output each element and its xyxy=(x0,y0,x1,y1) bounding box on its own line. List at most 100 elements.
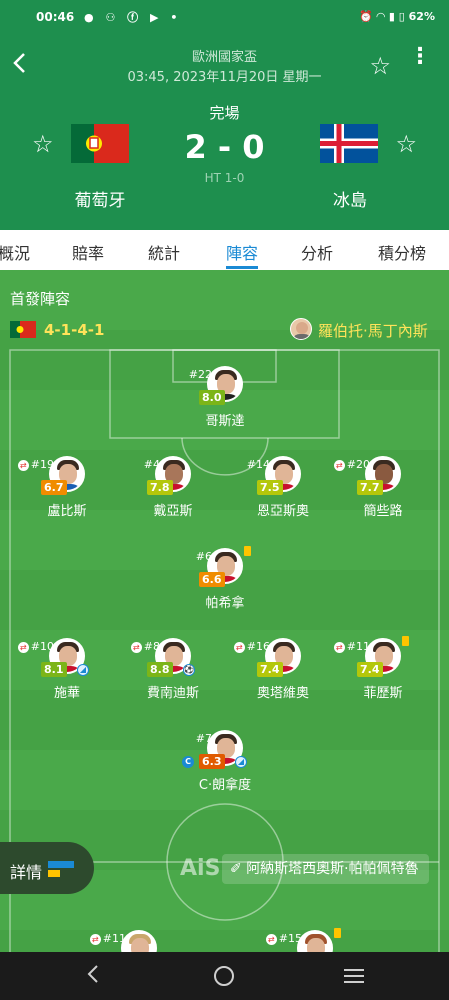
player-rating: 7.5 xyxy=(257,480,283,495)
player-number: ⇄ #19 xyxy=(17,458,54,471)
network-icon: ⚇ xyxy=(105,11,120,24)
player-midfielder-1[interactable]: ⇄ #10 8.1 ◢ 施華 xyxy=(17,638,112,718)
player-number: ⇄ #8 xyxy=(130,640,160,653)
referee-info[interactable]: ✐ 阿納斯塔西奧斯·帕帕佩特魯 xyxy=(222,854,429,884)
chat-bubble-icon: ● xyxy=(84,11,98,24)
player-name: 哥斯達 xyxy=(205,414,245,429)
tab-standings[interactable]: 積分榜 xyxy=(378,240,426,264)
iceland-flag[interactable] xyxy=(320,124,378,163)
match-status: 完場 xyxy=(209,104,240,122)
match-score: 2 - 0 xyxy=(184,128,265,166)
assist-shoe-icon: ◢ xyxy=(77,664,89,676)
player-rating: 8.1 xyxy=(41,662,67,677)
more-options-icon[interactable]: ⋮ xyxy=(409,46,431,68)
player-defender-4[interactable]: ⇄ #20 7.7 簡些路 xyxy=(333,456,428,536)
away-team-name[interactable]: 冰島 xyxy=(310,186,390,211)
substitution-icon: ⇄ xyxy=(130,641,142,653)
player-defender-3[interactable]: #14 7.5 恩亞斯奧 xyxy=(238,456,328,536)
player-number: ⇄ #11 xyxy=(89,932,126,945)
tab-lineup[interactable]: 陣容 xyxy=(226,240,258,264)
substitution-icon: ⇄ xyxy=(333,641,345,653)
details-button[interactable]: 詳情 xyxy=(0,842,94,894)
tab-stats[interactable]: 統計 xyxy=(148,240,180,264)
alarm-icon: ⏰ xyxy=(358,10,373,23)
player-avatar xyxy=(297,930,333,952)
player-number: ⇄ #10 xyxy=(17,640,54,653)
player-number: #14 xyxy=(246,458,270,471)
nav-back-icon[interactable] xyxy=(86,962,100,992)
tab-analysis[interactable]: 分析 xyxy=(301,240,333,264)
player-defender-1[interactable]: ⇄ #19 6.7 盧比斯 xyxy=(17,456,112,536)
details-icon xyxy=(48,861,74,877)
player-number: #6 xyxy=(195,550,212,563)
formation: 4-1-4-1 xyxy=(44,321,105,339)
system-nav-bar xyxy=(0,952,449,1000)
player-defensive-midfielder[interactable]: #6 6.6 帕希拿 xyxy=(180,546,270,628)
youtube-icon: ▶ xyxy=(150,11,163,24)
yellow-card-icon xyxy=(334,928,341,938)
player-number: #7 xyxy=(195,732,212,745)
player-rating: 8.8 xyxy=(147,662,173,677)
player-rating: 6.6 xyxy=(199,572,225,587)
player-number: #4 xyxy=(143,458,160,471)
player-midfielder-2[interactable]: ⇄ #8 8.8 ⚽ 費南迪斯 xyxy=(128,638,218,718)
player-name: 帕希拿 xyxy=(205,596,245,611)
goal-ball-icon: ⚽ xyxy=(183,664,195,676)
player-number: ⇄ #11 xyxy=(333,640,370,653)
details-label: 詳情 xyxy=(10,863,43,882)
wifi-icon: ◠ xyxy=(376,10,385,23)
player-rating: 7.8 xyxy=(147,480,173,495)
battery-icon: ▯ xyxy=(398,10,405,23)
player-name: 盧比斯 xyxy=(47,504,87,519)
player-rating: 6.7 xyxy=(41,480,67,495)
player-forward[interactable]: #7 C 6.3 ◢ C·朗拿度 xyxy=(180,730,270,810)
player-name: 菲歷斯 xyxy=(363,686,403,701)
player-midfielder-4[interactable]: ⇄ #11 7.4 菲歷斯 xyxy=(333,636,428,718)
tab-overview[interactable]: 概況 xyxy=(0,240,30,264)
player-name: C·朗拿度 xyxy=(198,778,252,793)
yellow-card-icon xyxy=(244,546,251,556)
system-icons: ⏰ ◠ ▮ ▯ 62% xyxy=(359,10,435,23)
status-bar: 00:46 ● ⚇ ⓕ ▶ • ⏰ ◠ ▮ ▯ 62% xyxy=(0,0,449,36)
player-rating: 8.0 xyxy=(199,390,225,405)
player-rating: 7.4 xyxy=(257,662,283,677)
referee-name: 阿納斯塔西奧斯·帕帕佩特魯 xyxy=(246,861,419,877)
player-midfielder-3[interactable]: ⇄ #16 7.4 奧塔維奧 xyxy=(233,638,328,718)
nav-home-icon[interactable] xyxy=(214,966,234,986)
substitution-icon: ⇄ xyxy=(17,459,29,471)
player-rating: 7.7 xyxy=(357,480,383,495)
opponent-player-1[interactable]: ⇄ #11 xyxy=(89,930,184,952)
active-tab-indicator xyxy=(226,266,258,269)
player-name: 奧塔維奧 xyxy=(256,686,309,701)
substitution-icon: ⇄ xyxy=(89,933,101,945)
assist-shoe-icon: ◢ xyxy=(235,756,247,768)
player-avatar xyxy=(121,930,157,952)
opponent-player-2[interactable]: ⇄ #15 xyxy=(265,928,360,952)
player-name: 費南迪斯 xyxy=(146,686,199,701)
player-name: 恩亞斯奧 xyxy=(256,504,309,519)
player-goalkeeper[interactable]: #22 8.0 哥斯達 xyxy=(180,366,270,446)
halftime-score: HT 1-0 xyxy=(204,171,245,185)
home-team-name[interactable]: 葡萄牙 xyxy=(60,186,140,211)
player-number: #22 xyxy=(188,368,212,381)
facebook-icon: ⓕ xyxy=(127,11,143,24)
substitution-icon: ⇄ xyxy=(233,641,245,653)
player-name: 戴亞斯 xyxy=(153,504,193,519)
portugal-mini-flag xyxy=(10,321,36,338)
tab-odds[interactable]: 賠率 xyxy=(72,240,104,264)
player-defender-2[interactable]: #4 7.8 戴亞斯 xyxy=(128,456,218,536)
player-rating: 6.3 xyxy=(199,754,225,769)
match-header: 歐洲國家盃 03:45, 2023年11月20日 星期一 ☆ ⋮ ☆ 完場 2 … xyxy=(0,36,449,230)
starting-lineup-title: 首發陣容 xyxy=(10,290,71,308)
player-name: 簡些路 xyxy=(363,504,403,519)
player-name: 施華 xyxy=(53,686,80,701)
coach-name[interactable]: 羅伯托·馬丁內斯 xyxy=(318,320,428,341)
signal-icon: ▮ xyxy=(388,10,395,23)
nav-recents-icon[interactable] xyxy=(344,968,364,984)
whistle-icon: ✐ xyxy=(230,861,242,877)
match-tabs: 概況 賠率 統計 陣容 分析 積分榜 xyxy=(0,230,449,270)
yellow-card-icon xyxy=(402,636,409,646)
favorite-match-star-icon[interactable]: ☆ xyxy=(369,52,391,80)
favorite-away-star-icon[interactable]: ☆ xyxy=(395,130,417,158)
player-number: ⇄ #20 xyxy=(333,458,370,471)
